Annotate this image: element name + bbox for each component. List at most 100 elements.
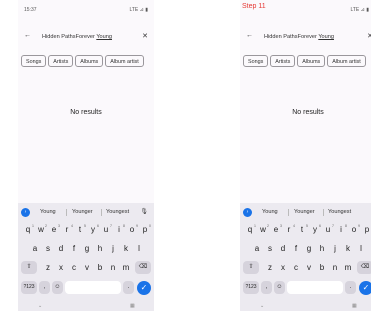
arrow-left-icon[interactable]: ← <box>246 32 253 39</box>
key-p[interactable]: p0 <box>361 223 371 236</box>
key-w[interactable]: w2 <box>257 223 269 236</box>
key-q[interactable]: q1 <box>244 223 256 236</box>
key-v[interactable]: v <box>81 261 93 274</box>
key-q[interactable]: q1 <box>22 223 34 236</box>
key-o[interactable]: o9 <box>126 223 138 236</box>
emoji-icon[interactable]: ☺ <box>52 281 63 294</box>
chip-songs[interactable]: Songs <box>243 55 269 67</box>
checkmark-icon[interactable]: ✓ <box>137 281 151 295</box>
key-j[interactable]: j <box>107 242 119 255</box>
key-z[interactable]: z <box>42 261 54 274</box>
backspace-icon[interactable]: ⌫ <box>135 261 151 274</box>
period-key[interactable]: . <box>123 281 134 294</box>
nav-back-icon[interactable]: ⌄ <box>38 303 42 309</box>
key-h[interactable]: h <box>316 242 328 255</box>
space-key[interactable] <box>65 281 121 294</box>
no-results-text: No results <box>292 109 324 116</box>
key-g[interactable]: g <box>303 242 315 255</box>
symbols-key[interactable]: ?123 <box>243 281 259 294</box>
key-u[interactable]: u7 <box>100 223 112 236</box>
symbols-key[interactable]: ?123 <box>21 281 37 294</box>
search-input[interactable]: Hidden PathsForever Young <box>42 34 112 40</box>
key-a[interactable]: a <box>29 242 41 255</box>
key-b[interactable]: b <box>94 261 106 274</box>
chip-album-artist[interactable]: Album artist <box>327 55 366 67</box>
arrow-left-icon[interactable]: ← <box>24 32 31 39</box>
close-icon[interactable]: ✕ <box>367 32 371 40</box>
key-t[interactable]: t5 <box>74 223 86 236</box>
shift-icon[interactable]: ⇧ <box>243 261 259 274</box>
nav-back-icon[interactable]: ⌄ <box>260 303 264 309</box>
key-i[interactable]: i8 <box>335 223 347 236</box>
key-d[interactable]: d <box>55 242 67 255</box>
suggestion-1[interactable]: Young <box>262 209 278 215</box>
key-y[interactable]: y6 <box>309 223 321 236</box>
chip-artists[interactable]: Artists <box>48 55 74 67</box>
key-l[interactable]: l <box>133 242 145 255</box>
chip-albums[interactable]: Albums <box>75 55 104 67</box>
key-y[interactable]: y6 <box>87 223 99 236</box>
key-g[interactable]: g <box>81 242 93 255</box>
period-key[interactable]: . <box>345 281 356 294</box>
key-s[interactable]: s <box>264 242 276 255</box>
chip-artists[interactable]: Artists <box>270 55 296 67</box>
key-n[interactable]: n <box>329 261 341 274</box>
key-r[interactable]: r4 <box>283 223 295 236</box>
key-c[interactable]: c <box>290 261 302 274</box>
key-l[interactable]: l <box>355 242 367 255</box>
key-w[interactable]: w2 <box>35 223 47 236</box>
key-n[interactable]: n <box>107 261 119 274</box>
suggestion-2[interactable]: Younger <box>294 209 315 215</box>
key-b[interactable]: b <box>316 261 328 274</box>
filter-chips: Songs Artists Albums Album artist <box>21 50 146 68</box>
key-k[interactable]: k <box>120 242 132 255</box>
key-i[interactable]: i8 <box>113 223 125 236</box>
key-m[interactable]: m <box>120 261 132 274</box>
chip-album-artist[interactable]: Album artist <box>105 55 144 67</box>
checkmark-icon[interactable]: ✓ <box>359 281 371 295</box>
comma-key[interactable]: , <box>39 281 50 294</box>
key-o[interactable]: o9 <box>348 223 360 236</box>
search-input[interactable]: Hidden PathsForever Young <box>264 34 334 40</box>
suggestion-3[interactable]: Youngest <box>106 209 129 215</box>
backspace-icon[interactable]: ⌫ <box>357 261 371 274</box>
key-u[interactable]: u7 <box>322 223 334 236</box>
google-icon[interactable]: › <box>21 208 30 217</box>
key-z[interactable]: z <box>264 261 276 274</box>
key-k[interactable]: k <box>342 242 354 255</box>
key-d[interactable]: d <box>277 242 289 255</box>
suggestion-2[interactable]: Younger <box>72 209 93 215</box>
suggestion-3[interactable]: Youngest <box>328 209 351 215</box>
key-a[interactable]: a <box>251 242 263 255</box>
key-f[interactable]: f <box>68 242 80 255</box>
key-f[interactable]: f <box>290 242 302 255</box>
suggestion-1[interactable]: Young <box>40 209 56 215</box>
keyboard-switch-icon[interactable]: ▦ <box>352 303 357 309</box>
status-signal: LTE ⊿ ▮ <box>350 7 369 13</box>
keyboard-switch-icon[interactable]: ▦ <box>130 303 135 309</box>
chip-albums[interactable]: Albums <box>297 55 326 67</box>
microphone-icon[interactable]: 🎙 <box>140 208 148 215</box>
key-r[interactable]: r4 <box>61 223 73 236</box>
emoji-icon[interactable]: ☺ <box>274 281 285 294</box>
close-icon[interactable]: ✕ <box>142 32 148 40</box>
key-v[interactable]: v <box>303 261 315 274</box>
search-bar[interactable]: ← Hidden PathsForever Young ✕ <box>240 31 371 45</box>
key-e[interactable]: e3 <box>270 223 282 236</box>
key-x[interactable]: x <box>55 261 67 274</box>
key-s[interactable]: s <box>42 242 54 255</box>
key-m[interactable]: m <box>342 261 354 274</box>
key-t[interactable]: t5 <box>296 223 308 236</box>
shift-icon[interactable]: ⇧ <box>21 261 37 274</box>
space-key[interactable] <box>287 281 343 294</box>
key-e[interactable]: e3 <box>48 223 60 236</box>
search-bar[interactable]: ← Hidden PathsForever Young ✕ <box>18 31 154 45</box>
google-icon[interactable]: › <box>243 208 252 217</box>
key-j[interactable]: j <box>329 242 341 255</box>
comma-key[interactable]: , <box>261 281 272 294</box>
chip-songs[interactable]: Songs <box>21 55 47 67</box>
key-x[interactable]: x <box>277 261 289 274</box>
key-p[interactable]: p0 <box>139 223 151 236</box>
key-c[interactable]: c <box>68 261 80 274</box>
key-h[interactable]: h <box>94 242 106 255</box>
